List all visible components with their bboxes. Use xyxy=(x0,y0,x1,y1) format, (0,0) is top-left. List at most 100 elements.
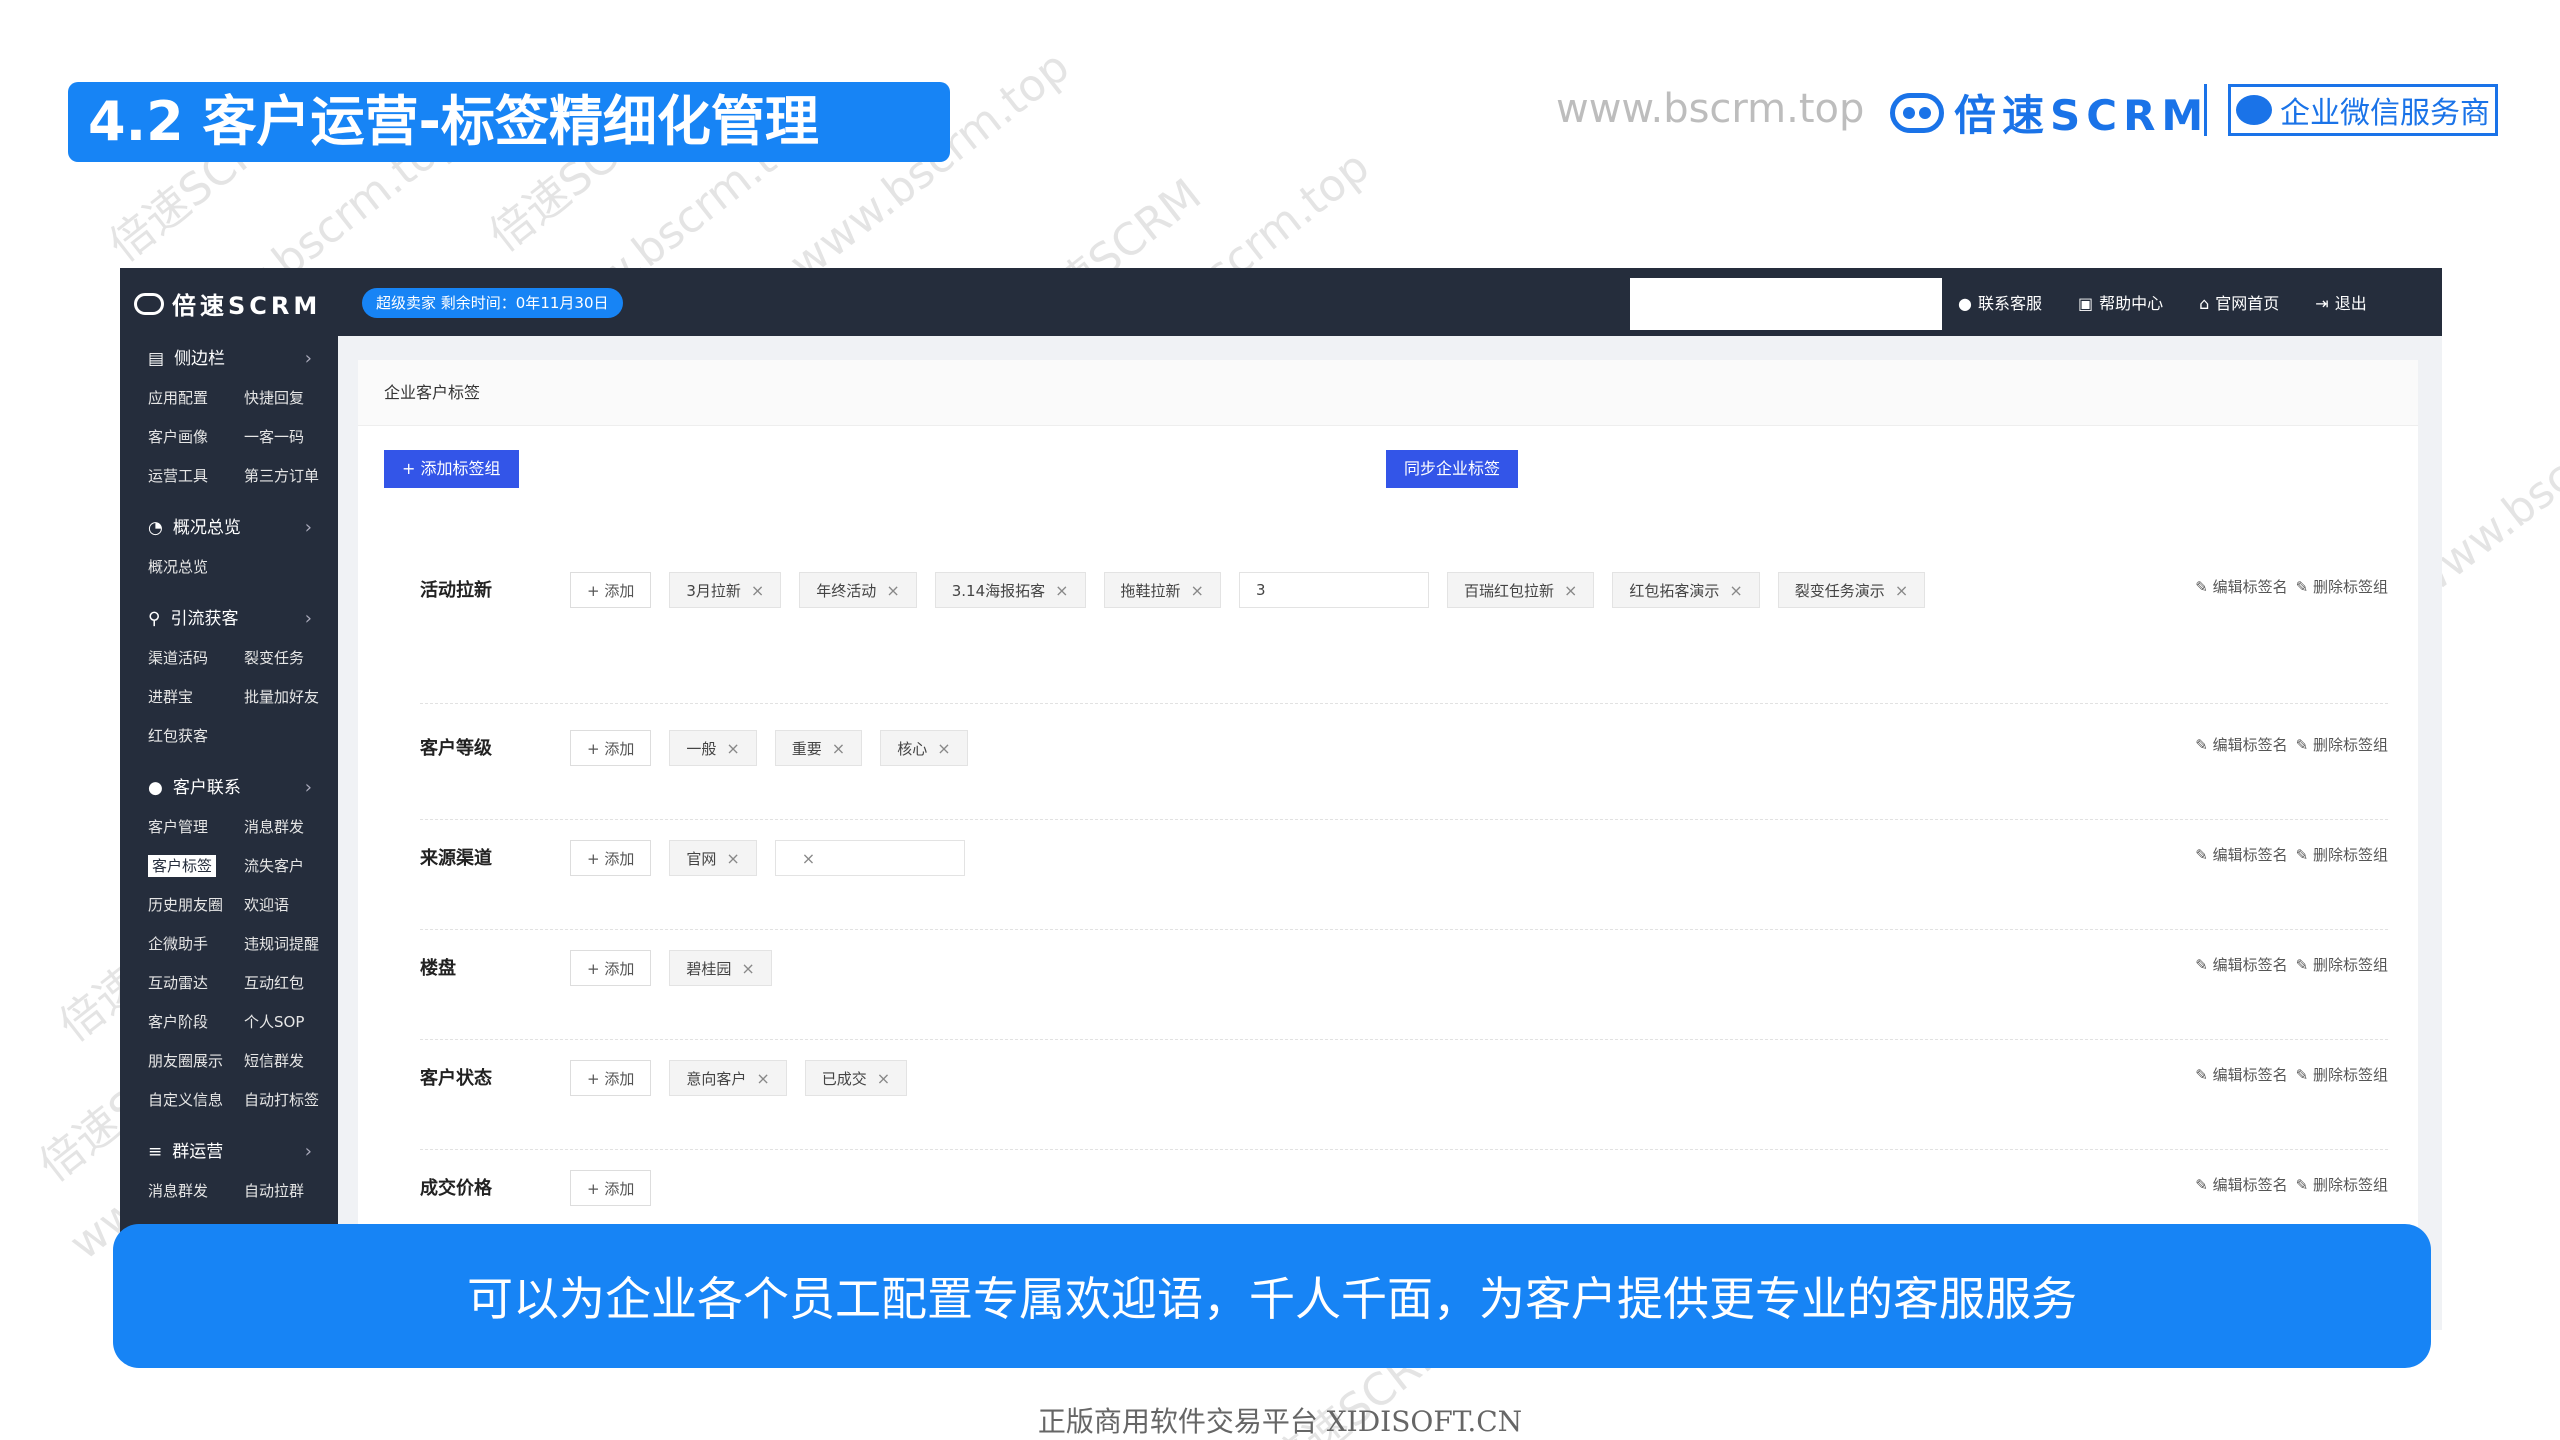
tag-chip[interactable]: 3 xyxy=(1238,572,1429,608)
top-link-help[interactable]: ▣ 帮助中心 xyxy=(2078,290,2163,314)
sidebar-section-header[interactable]: ▤ 侧边栏 › xyxy=(148,336,338,382)
remove-tag-icon[interactable]: × xyxy=(1729,581,1742,600)
sidebar-item[interactable]: 企微助手 xyxy=(148,928,244,961)
tag-chip[interactable]: 官网 × xyxy=(669,840,757,876)
sidebar-items: 消息群发 自动拉群 xyxy=(148,1175,338,1220)
tag-chip[interactable]: 拖鞋拉新 × xyxy=(1103,572,1221,608)
sidebar-item[interactable]: 客户画像 xyxy=(148,421,244,454)
remove-tag-icon[interactable]: × xyxy=(756,1069,769,1088)
tag-chip[interactable]: 3月拉新 × xyxy=(669,572,782,608)
edit-tag-name-link[interactable]: ✎ 编辑标签名 xyxy=(2195,1064,2287,1085)
sidebar-item[interactable]: 运营工具 xyxy=(148,460,244,493)
remove-tag-icon[interactable]: × xyxy=(886,581,899,600)
delete-tag-group-link[interactable]: ✎ 删除标签组 xyxy=(2296,576,2388,597)
tag-chip[interactable]: 年终活动 × xyxy=(799,572,917,608)
remove-tag-icon[interactable]: × xyxy=(877,1069,890,1088)
add-tag-button[interactable]: + 添加 xyxy=(570,1060,652,1096)
sidebar-item[interactable]: 互动雷达 xyxy=(148,967,244,1000)
edit-tag-name-link[interactable]: ✎ 编辑标签名 xyxy=(2195,844,2287,865)
sidebar-item[interactable]: 欢迎语 xyxy=(244,889,340,922)
delete-tag-group-link[interactable]: ✎ 删除标签组 xyxy=(2296,844,2388,865)
sidebar-item[interactable]: 应用配置 xyxy=(148,382,244,415)
tag-chip[interactable]: × xyxy=(774,840,965,876)
edit-icon: ✎ xyxy=(2295,1176,2309,1194)
tag-label: 拖鞋拉新 xyxy=(1120,581,1181,600)
sidebar-item[interactable]: 消息群发 xyxy=(148,1175,244,1208)
top-link-support[interactable]: ● 联系客服 xyxy=(1958,290,2042,314)
remove-tag-icon[interactable]: × xyxy=(937,739,950,758)
top-link-home[interactable]: ⌂ 官网首页 xyxy=(2199,290,2279,314)
delete-tag-group-link[interactable]: ✎ 删除标签组 xyxy=(2296,954,2388,975)
sidebar-item[interactable]: 客户管理 xyxy=(148,811,244,844)
remove-tag-icon[interactable]: × xyxy=(802,849,815,868)
tag-chip[interactable]: 意向客户 × xyxy=(669,1060,787,1096)
sidebar-item[interactable]: 互动红包 xyxy=(244,967,340,1000)
add-tag-group-button[interactable]: + 添加标签组 xyxy=(384,450,519,488)
sidebar-item[interactable]: 渠道活码 xyxy=(148,642,244,675)
tag-chip[interactable]: 一般 × xyxy=(669,730,757,766)
remove-tag-icon[interactable]: × xyxy=(726,739,739,758)
sidebar-item[interactable]: 进群宝 xyxy=(148,681,244,714)
remove-tag-icon[interactable]: × xyxy=(1191,581,1204,600)
edit-tag-name-link[interactable]: ✎ 编辑标签名 xyxy=(2195,734,2287,755)
edit-icon: ✎ xyxy=(2195,846,2208,864)
remove-tag-icon[interactable]: × xyxy=(751,581,764,600)
sync-tags-button[interactable]: 同步企业标签 xyxy=(1386,450,1519,488)
sidebar-item[interactable]: 一客一码 xyxy=(244,421,340,454)
tag-chip[interactable]: 百瑞红包拉新 × xyxy=(1446,572,1595,608)
delete-tag-group-link[interactable]: ✎ 删除标签组 xyxy=(2296,1064,2388,1085)
remove-tag-icon[interactable]: × xyxy=(1895,581,1908,600)
book-icon: ▣ xyxy=(2077,294,2094,313)
app-logo[interactable]: 倍速SCRM xyxy=(134,286,321,321)
edit-tag-name-link[interactable]: ✎ 编辑标签名 xyxy=(2195,954,2287,975)
delete-tag-group-link[interactable]: ✎ 删除标签组 xyxy=(2296,734,2388,755)
top-link-logout[interactable]: ⇥ 退出 xyxy=(2315,290,2366,314)
add-tag-button[interactable]: + 添加 xyxy=(570,950,652,986)
sidebar-item[interactable]: 客户阶段 xyxy=(148,1006,244,1039)
add-tag-button[interactable]: + 添加 xyxy=(570,840,652,876)
sidebar-item[interactable]: 批量加好友 xyxy=(244,681,340,714)
add-tag-button[interactable]: + 添加 xyxy=(570,572,652,608)
tag-label: 官网 xyxy=(686,849,717,868)
tag-chip[interactable]: 核心 × xyxy=(880,730,968,766)
tag-chip[interactable]: 裂变任务演示 × xyxy=(1777,572,1926,608)
search-input[interactable] xyxy=(1630,278,1942,330)
remove-tag-icon[interactable]: × xyxy=(726,849,739,868)
sidebar-item[interactable]: 概况总览 xyxy=(148,551,244,584)
sidebar-item[interactable]: 红包获客 xyxy=(148,720,244,753)
add-tag-button[interactable]: + 添加 xyxy=(570,1170,652,1206)
tag-chip[interactable]: 碧桂园 × xyxy=(669,950,772,986)
sidebar-item[interactable]: 朋友圈展示 xyxy=(148,1045,244,1078)
edit-tag-name-link[interactable]: ✎ 编辑标签名 xyxy=(2195,1174,2287,1195)
tag-chip[interactable]: 重要 × xyxy=(774,730,863,766)
sidebar-section-header[interactable]: ◔ 概况总览 › xyxy=(148,505,338,551)
delete-tag-group-link[interactable]: ✎ 删除标签组 xyxy=(2296,1174,2388,1195)
sidebar-item[interactable]: 裂变任务 xyxy=(244,642,340,675)
sidebar-item[interactable]: 短信群发 xyxy=(244,1045,340,1078)
sidebar-item[interactable]: 自动打标签 xyxy=(244,1084,340,1117)
sidebar-section-header[interactable]: ⚲ 引流获客 › xyxy=(148,596,338,642)
sidebar-item[interactable]: 历史朋友圈 xyxy=(148,889,244,922)
remove-tag-icon[interactable]: × xyxy=(741,959,754,978)
sidebar-item[interactable]: 消息群发 xyxy=(244,811,340,844)
sidebar-section-header[interactable]: ≡ 群运营 › xyxy=(148,1129,338,1175)
sidebar-item[interactable]: 违规词提醒 xyxy=(244,928,340,961)
sidebar-item[interactable]: 快捷回复 xyxy=(244,382,340,415)
remove-tag-icon[interactable]: × xyxy=(832,739,845,758)
edit-tag-name-link[interactable]: ✎ 编辑标签名 xyxy=(2195,576,2287,597)
remove-tag-icon[interactable]: × xyxy=(1564,581,1577,600)
sidebar-item[interactable]: 自动拉群 xyxy=(244,1175,340,1208)
sidebar-item[interactable]: 客户标签 xyxy=(148,850,244,883)
sidebar-item[interactable]: 第三方订单 xyxy=(244,460,340,493)
tag-chip[interactable]: 已成交 × xyxy=(804,1060,908,1096)
tag-chip[interactable]: 3.14海报拓客 × xyxy=(934,572,1086,608)
sidebar-section-header[interactable]: ● 客户联系 › xyxy=(148,765,338,811)
tag-chip[interactable]: 红包拓客演示 × xyxy=(1612,572,1760,608)
remove-tag-icon[interactable]: × xyxy=(1055,581,1068,600)
add-tag-button[interactable]: + 添加 xyxy=(570,730,652,766)
sidebar-item[interactable]: 流失客户 xyxy=(244,850,340,883)
chevron-right-icon: › xyxy=(304,517,312,538)
sidebar-item[interactable]: 个人SOP xyxy=(244,1006,340,1039)
sidebar-item[interactable]: 自定义信息 xyxy=(148,1084,244,1117)
sidebar-item-label: 互动红包 xyxy=(244,974,305,992)
